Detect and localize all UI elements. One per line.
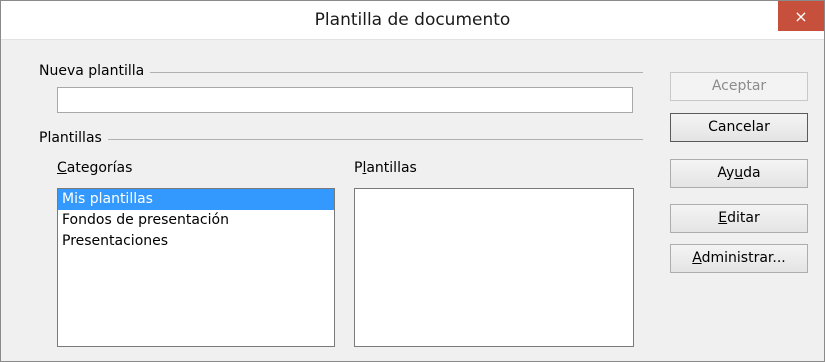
help-label-b: da — [743, 165, 761, 181]
templates-list-label: Plantillas — [354, 160, 417, 176]
manage-button[interactable]: Administrar... — [670, 244, 808, 273]
category-item-fondos-de-presentacion[interactable]: Fondos de presentación — [58, 210, 334, 231]
categories-label-text: ategorías — [66, 160, 133, 176]
category-item-mis-plantillas[interactable]: Mis plantillas — [58, 189, 334, 210]
edit-label-text: ditar — [727, 210, 760, 226]
edit-label-mnemonic: E — [718, 210, 728, 226]
help-label-a: Ay — [717, 165, 735, 181]
accept-button[interactable]: Aceptar — [670, 72, 808, 101]
help-label-mnemonic: u — [734, 165, 744, 181]
templates-heading: Plantillas — [39, 130, 108, 146]
close-button[interactable]: × — [778, 1, 824, 31]
category-item-presentaciones[interactable]: Presentaciones — [58, 231, 334, 252]
categories-listbox[interactable]: Mis plantillas Fondos de presentación Pr… — [57, 188, 335, 347]
edit-button[interactable]: Editar — [670, 204, 808, 233]
title-bar: Plantilla de documento × — [1, 1, 824, 40]
categories-label: Categorías — [57, 160, 132, 176]
manage-label-text: dministrar... — [701, 250, 786, 266]
new-template-name-input[interactable] — [57, 87, 633, 113]
templates-separator — [39, 139, 643, 140]
cancel-button[interactable]: Cancelar — [670, 113, 808, 142]
dialog-title: Plantilla de documento — [314, 10, 511, 30]
close-icon: × — [794, 6, 808, 26]
manage-label-mnemonic: A — [692, 250, 702, 266]
categories-label-mnemonic: C — [57, 160, 67, 176]
help-button[interactable]: Ayuda — [670, 159, 808, 188]
templates-listbox[interactable] — [354, 188, 634, 347]
new-template-heading: Nueva plantilla — [39, 63, 151, 79]
template-dialog: Plantilla de documento × Nueva plantilla… — [0, 0, 825, 362]
templates-label-text: antillas — [366, 160, 417, 176]
